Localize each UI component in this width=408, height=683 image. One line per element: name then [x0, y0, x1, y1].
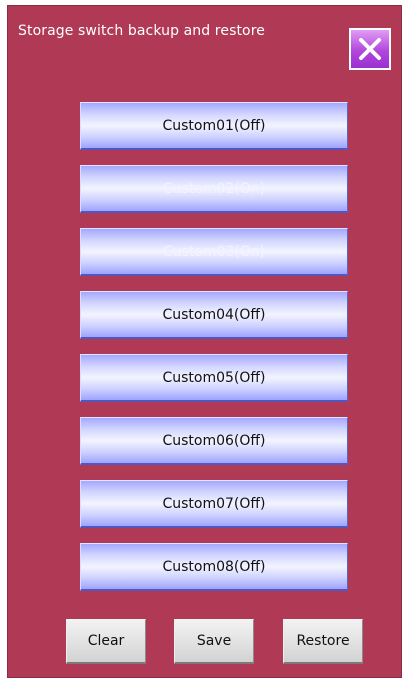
close-button[interactable] [349, 28, 391, 70]
custom02-button[interactable]: Custom02(On) [80, 165, 348, 213]
restore-label: Restore [296, 633, 350, 649]
storage-dialog: Storage switch backup and restore Custom… [7, 5, 402, 678]
save-button[interactable]: Save [174, 619, 254, 664]
custom06-button[interactable]: Custom06(Off) [80, 417, 348, 465]
custom01-label: Custom01(Off) [162, 117, 266, 134]
custom03-button[interactable]: Custom03(On) [80, 228, 348, 276]
custom04-label: Custom04(Off) [162, 306, 266, 323]
custom02-label: Custom02(On) [162, 180, 266, 197]
custom04-button[interactable]: Custom04(Off) [80, 291, 348, 339]
custom08-button[interactable]: Custom08(Off) [80, 543, 348, 591]
close-icon [359, 38, 381, 60]
dialog-title: Storage switch backup and restore [18, 23, 265, 39]
custom08-label: Custom08(Off) [162, 558, 266, 575]
custom01-button[interactable]: Custom01(Off) [80, 102, 348, 150]
custom07-label: Custom07(Off) [162, 495, 266, 512]
custom06-label: Custom06(Off) [162, 432, 266, 449]
restore-button[interactable]: Restore [283, 619, 363, 664]
custom03-label: Custom03(On) [162, 243, 266, 260]
clear-label: Clear [87, 633, 125, 649]
custom05-label: Custom05(Off) [162, 369, 266, 386]
custom07-button[interactable]: Custom07(Off) [80, 480, 348, 528]
clear-button[interactable]: Clear [66, 619, 146, 664]
save-label: Save [196, 633, 232, 649]
custom05-button[interactable]: Custom05(Off) [80, 354, 348, 402]
